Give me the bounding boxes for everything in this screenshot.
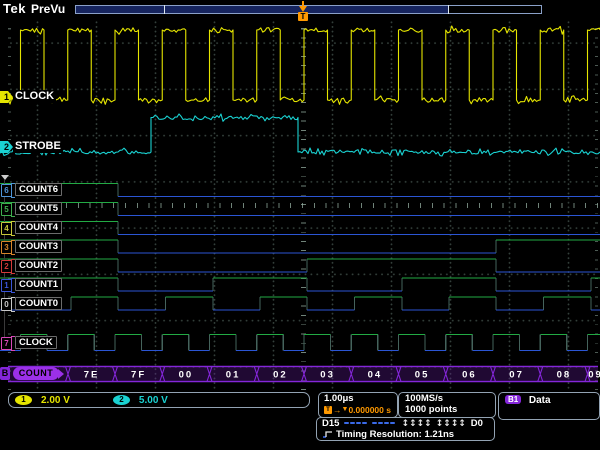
- horizontal-scale-readout: 1.00μs: [324, 393, 397, 405]
- d15-label: D15: [322, 418, 339, 429]
- digital-channel-label-count6[interactable]: COUNT6: [15, 183, 62, 196]
- digital-channel-label-count0[interactable]: COUNT0: [15, 297, 62, 310]
- digital-channel-label-count3[interactable]: COUNT3: [15, 240, 62, 253]
- digital-status-box: D15 ↕↕↕↕ ↕↕↕↕ D0 Timing Resolution: 1.21…: [316, 417, 495, 441]
- bus-label-tip: [58, 369, 64, 379]
- trigger-position-readout: 0.000000 s: [348, 405, 391, 415]
- record-length-readout: 1000 points: [405, 405, 495, 415]
- ch1-scale-readout: 2.00 V: [41, 395, 70, 406]
- bus-type-readout: Data: [529, 395, 551, 406]
- d7-d4-activity-icon: ↕↕↕↕: [401, 419, 431, 429]
- digital-channel-label-count5[interactable]: COUNT5: [15, 202, 62, 215]
- vertical-readout-box: 1 2.00 V 2 5.00 V: [8, 392, 310, 408]
- d11-d8-inactive-icon: [372, 418, 396, 429]
- bus-label-count[interactable]: COUNT: [13, 367, 59, 380]
- horizontal-readout-box: 1.00μs T → ▼ 0.000000 s: [318, 392, 398, 418]
- channel-1-marker[interactable]: 1: [0, 91, 13, 103]
- digital-channel-label-count4[interactable]: COUNT4: [15, 221, 62, 234]
- ch1-badge[interactable]: 1: [15, 395, 32, 405]
- bus-readout-box: B1 Data: [498, 392, 600, 420]
- trigger-icon: T: [324, 406, 332, 414]
- digital-channel-label-count2[interactable]: COUNT2: [15, 259, 62, 272]
- trigger-arrow-icon: →: [333, 405, 342, 415]
- acquisition-readout-box: 100MS/s 1000 points: [398, 392, 496, 418]
- channel-2-marker[interactable]: 2: [0, 141, 13, 153]
- d3-d0-activity-icon: ↕↕↕↕: [436, 419, 466, 429]
- bus-b1-badge[interactable]: B1: [505, 395, 521, 404]
- digital-channel-label-count1[interactable]: COUNT1: [15, 278, 62, 291]
- d0-label: D0: [471, 418, 483, 429]
- channel-label-layer: 1CLOCK2STROBE6COUNT65COUNT54COUNT43COUNT…: [0, 0, 600, 450]
- timing-resolution-icon: [322, 430, 334, 439]
- oscilloscope-screen: Tek PreVu T 7E7F00010203040506070809 1CL…: [0, 0, 600, 450]
- ch2-badge[interactable]: 2: [113, 395, 130, 405]
- ch2-scale-readout: 5.00 V: [139, 395, 168, 406]
- d15-d12-inactive-icon: [344, 418, 368, 429]
- bus-b1-marker[interactable]: B: [0, 367, 10, 380]
- channel-label-clock[interactable]: CLOCK: [13, 90, 56, 103]
- digital-group-collapse-icon[interactable]: [1, 175, 9, 180]
- trigger-marker-icon: ▼: [342, 405, 349, 415]
- channel-label-strobe[interactable]: STROBE: [13, 140, 63, 153]
- digital-channel-label-clock[interactable]: CLOCK: [15, 336, 57, 349]
- timing-resolution-readout: Timing Resolution: 1.21ns: [336, 429, 454, 440]
